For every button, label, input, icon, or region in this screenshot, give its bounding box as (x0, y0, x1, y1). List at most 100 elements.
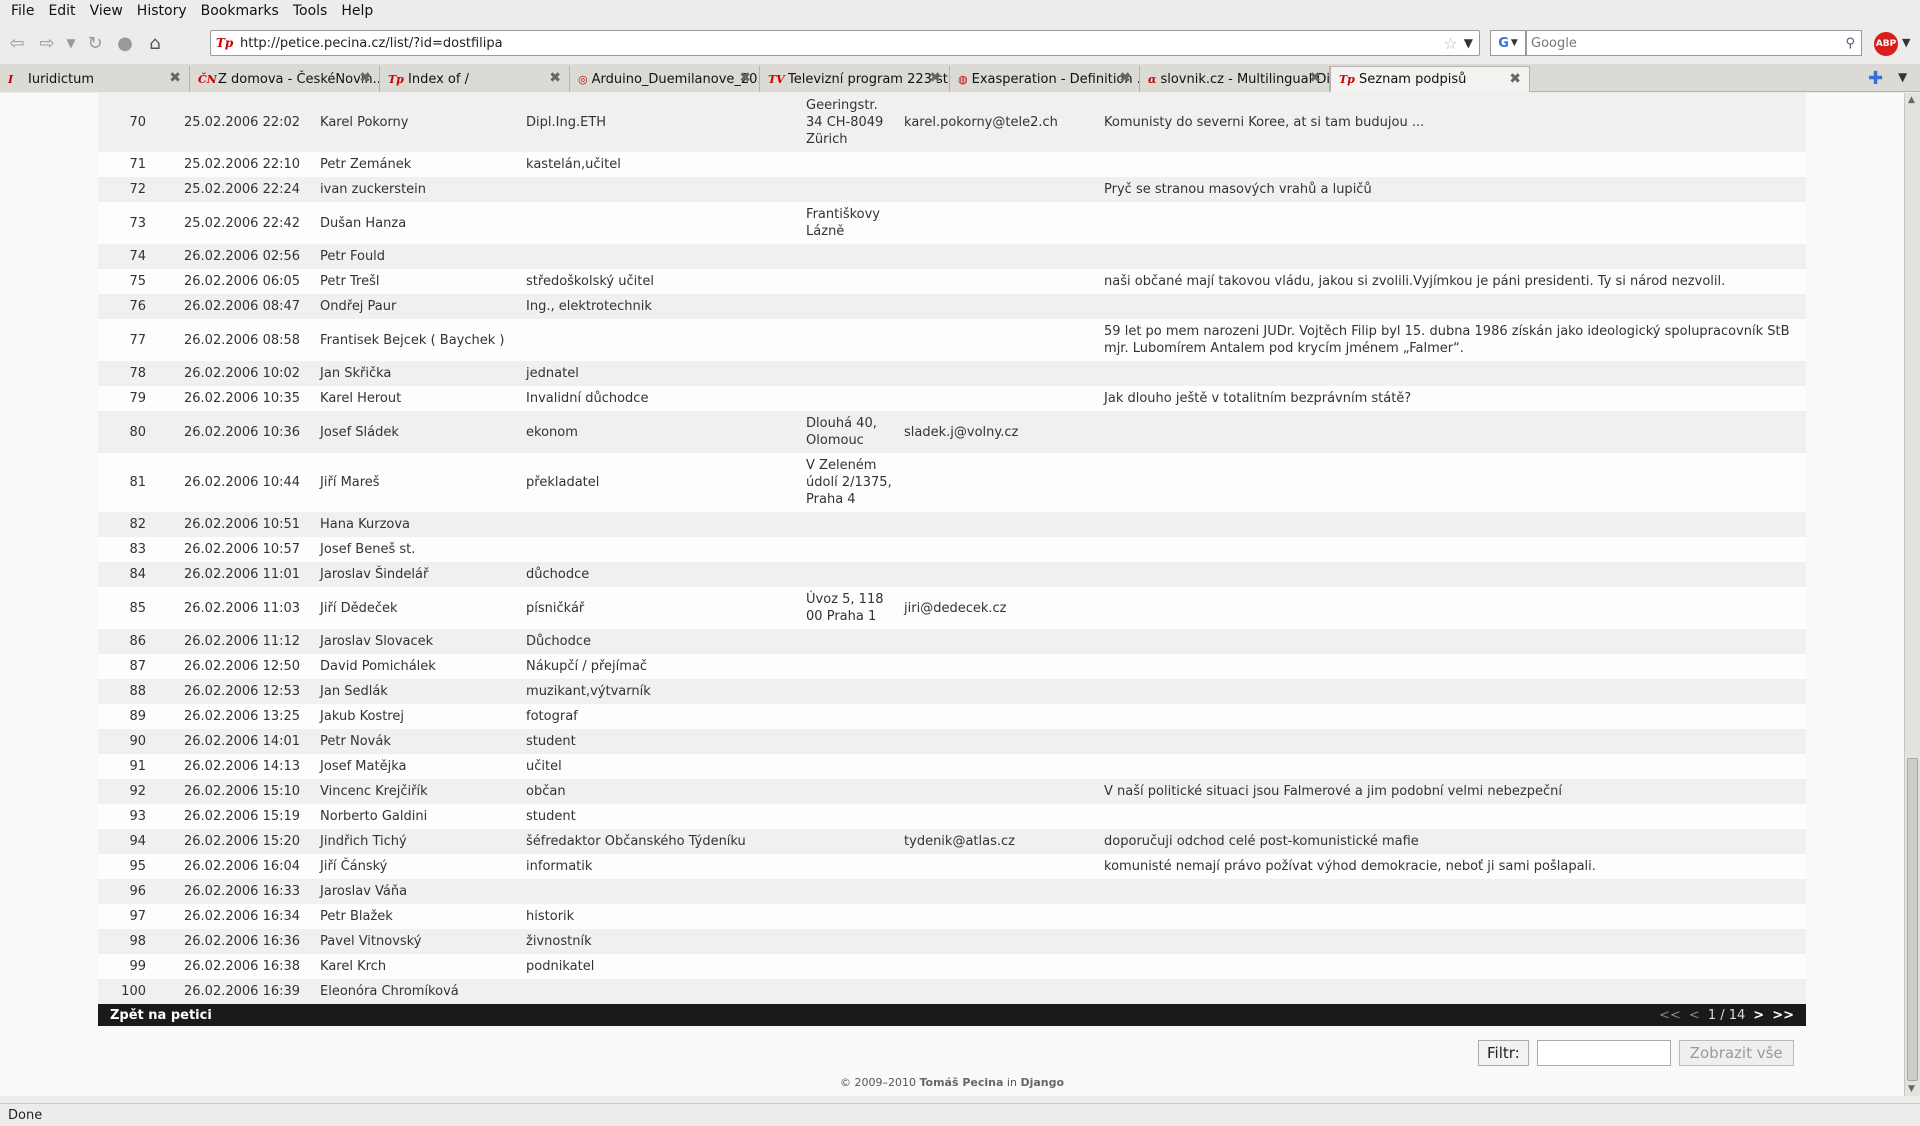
signature-comment: naši občané mají takovou vládu, jakou si… (1104, 269, 1806, 294)
menu-history[interactable]: History (130, 3, 194, 19)
signature-date: 26.02.2006 11:01 (146, 562, 307, 587)
signature-date: 26.02.2006 10:57 (146, 537, 307, 562)
signature-occupation: jednatel (512, 361, 807, 386)
close-tab-icon[interactable]: ✖ (1509, 71, 1521, 87)
close-tab-icon[interactable]: ✖ (1309, 70, 1321, 86)
signature-comment (1104, 879, 1806, 904)
bookmark-star-icon[interactable]: ☆ (1443, 34, 1457, 53)
history-dropdown-icon[interactable]: ▼ (64, 30, 78, 56)
url-dropdown-icon[interactable]: ▼ (1464, 36, 1473, 50)
signature-num: 80 (98, 411, 146, 453)
search-engine-icon[interactable]: G ▼ (1490, 30, 1526, 56)
signature-occupation (512, 512, 807, 537)
home-icon[interactable]: ⌂ (142, 30, 168, 56)
signature-address (806, 729, 905, 754)
signature-comment (1104, 587, 1806, 629)
tab-2[interactable]: ČN Z domova - ČeskéNovin... ✖ (190, 66, 380, 92)
tab-bar: I Iuridictum ✖ ČN Z domova - ČeskéNovin... ✖ T… (0, 64, 1920, 92)
adblock-icon[interactable]: ABP (1874, 32, 1898, 56)
reload-icon[interactable]: ↻ (82, 30, 108, 56)
back-arrow-icon[interactable]: ⇦ (4, 30, 30, 56)
tab-5[interactable]: TV Televizní program 223 st... ✖ (760, 66, 950, 92)
search-input[interactable] (1531, 35, 1846, 51)
table-row: 99 26.02.2006 16:38 Karel Krch podnikatel (98, 954, 1806, 979)
signature-address: V Zeleném údolí 2/1375, Praha 4 (806, 453, 905, 512)
back-to-petition-link[interactable]: Zpět na petici (110, 1008, 212, 1023)
tab-8[interactable]: Tp Seznam podpisů ✖ (1330, 66, 1530, 92)
vertical-scrollbar[interactable]: ▲ ▼ (1904, 93, 1920, 1096)
signature-occupation: překladatel (512, 453, 807, 512)
signature-email (904, 779, 1105, 804)
signature-email[interactable]: tydenik@atlas.cz (904, 829, 1105, 854)
url-text[interactable]: http://petice.pecina.cz/list/?id=dostfil… (240, 36, 1443, 51)
scrollbar-thumb[interactable] (1907, 758, 1918, 1081)
signature-name: Jindřich Tichý (306, 829, 513, 854)
signature-num: 82 (98, 512, 146, 537)
signature-comment (1104, 804, 1806, 829)
close-tab-icon[interactable]: ✖ (359, 70, 371, 86)
signature-address (806, 654, 905, 679)
tab-1[interactable]: I Iuridictum ✖ (0, 66, 190, 92)
ceskenoviny-icon: ČN (198, 72, 217, 86)
tp-icon: Tp (388, 72, 404, 86)
signature-comment (1104, 453, 1806, 512)
menu-tools[interactable]: Tools (286, 3, 335, 19)
signature-occupation: student (512, 729, 807, 754)
tv-icon: TV (768, 72, 785, 86)
signature-date: 26.02.2006 10:36 (146, 411, 307, 453)
search-icon[interactable]: ⚲ (1845, 36, 1855, 51)
signature-num: 78 (98, 361, 146, 386)
signature-comment (1104, 904, 1806, 929)
menu-bookmarks[interactable]: Bookmarks (194, 3, 286, 19)
close-tab-icon[interactable]: ✖ (1119, 70, 1131, 86)
menu-file[interactable]: File (4, 3, 41, 19)
tab-7[interactable]: α slovnik.cz - Multilingual Di... ✖ (1140, 66, 1330, 92)
tab-6[interactable]: ◍ Exasperation - Definition ... ✖ (950, 66, 1140, 92)
scroll-down-icon[interactable]: ▼ (1908, 1084, 1915, 1094)
close-tab-icon[interactable]: ✖ (549, 70, 561, 86)
table-row: 94 26.02.2006 15:20 Jindřich Tichý šéfredak… (98, 829, 1806, 854)
signature-num: 79 (98, 386, 146, 411)
url-bar[interactable]: Tp http://petice.pecina.cz/list/?id=dost… (210, 30, 1480, 56)
adblock-dropdown-icon[interactable]: ▼ (1902, 36, 1910, 49)
signature-name: Jaroslav Váňa (306, 879, 513, 904)
django-link[interactable]: Django (1020, 1076, 1064, 1089)
tab-3[interactable]: Tp Index of / ✖ (380, 66, 570, 92)
new-tab-icon[interactable]: ✚ (1868, 68, 1883, 89)
signature-num: 90 (98, 729, 146, 754)
show-all-button[interactable]: Zobrazit vše (1678, 1040, 1794, 1066)
signature-num: 91 (98, 754, 146, 779)
table-row: 88 26.02.2006 12:53 Jan Sedlák muzikant,výt… (98, 679, 1806, 704)
signature-email (904, 244, 1105, 269)
signature-email[interactable]: jiri@dedecek.cz (904, 587, 1105, 629)
tab-4[interactable]: ◎ Arduino_Duemilanove_20... ✖ (570, 66, 760, 92)
signature-comment: V naší politické situaci jsou Falmerové … (1104, 779, 1806, 804)
signature-occupation: Důchodce (512, 629, 807, 654)
close-tab-icon[interactable]: ✖ (169, 70, 181, 86)
menu-help[interactable]: Help (334, 3, 380, 19)
menu-edit[interactable]: Edit (41, 3, 82, 19)
close-tab-icon[interactable]: ✖ (739, 70, 751, 86)
last-page-link[interactable]: >> (1772, 1008, 1794, 1023)
close-tab-icon[interactable]: ✖ (929, 70, 941, 86)
menu-view[interactable]: View (83, 3, 130, 19)
signature-comment (1104, 704, 1806, 729)
dictionary-icon: ◍ (958, 72, 968, 86)
filter-input[interactable] (1536, 1040, 1671, 1066)
tab-list-dropdown-icon[interactable]: ▼ (1898, 70, 1907, 84)
scroll-up-icon[interactable]: ▲ (1908, 95, 1915, 105)
signature-date: 25.02.2006 22:02 (146, 93, 307, 152)
signature-name: David Pomichálek (306, 654, 513, 679)
filter-button[interactable]: Filtr: (1478, 1040, 1529, 1066)
search-bar[interactable]: ⚲ (1526, 30, 1862, 56)
signature-email[interactable]: sladek.j@volny.cz (904, 411, 1105, 453)
forward-arrow-icon[interactable]: ⇨ (34, 30, 60, 56)
signature-email (904, 453, 1105, 512)
signature-num: 72 (98, 177, 146, 202)
author-link[interactable]: Tomáš Pecina (919, 1076, 1003, 1089)
next-page-link[interactable]: > (1753, 1008, 1764, 1023)
signature-name: Josef Beneš st. (306, 537, 513, 562)
table-row: 84 26.02.2006 11:01 Jaroslav Šindelář důcho… (98, 562, 1806, 587)
stop-icon[interactable]: ● (112, 30, 138, 56)
signature-email[interactable]: karel.pokorny@tele2.ch (904, 93, 1105, 152)
